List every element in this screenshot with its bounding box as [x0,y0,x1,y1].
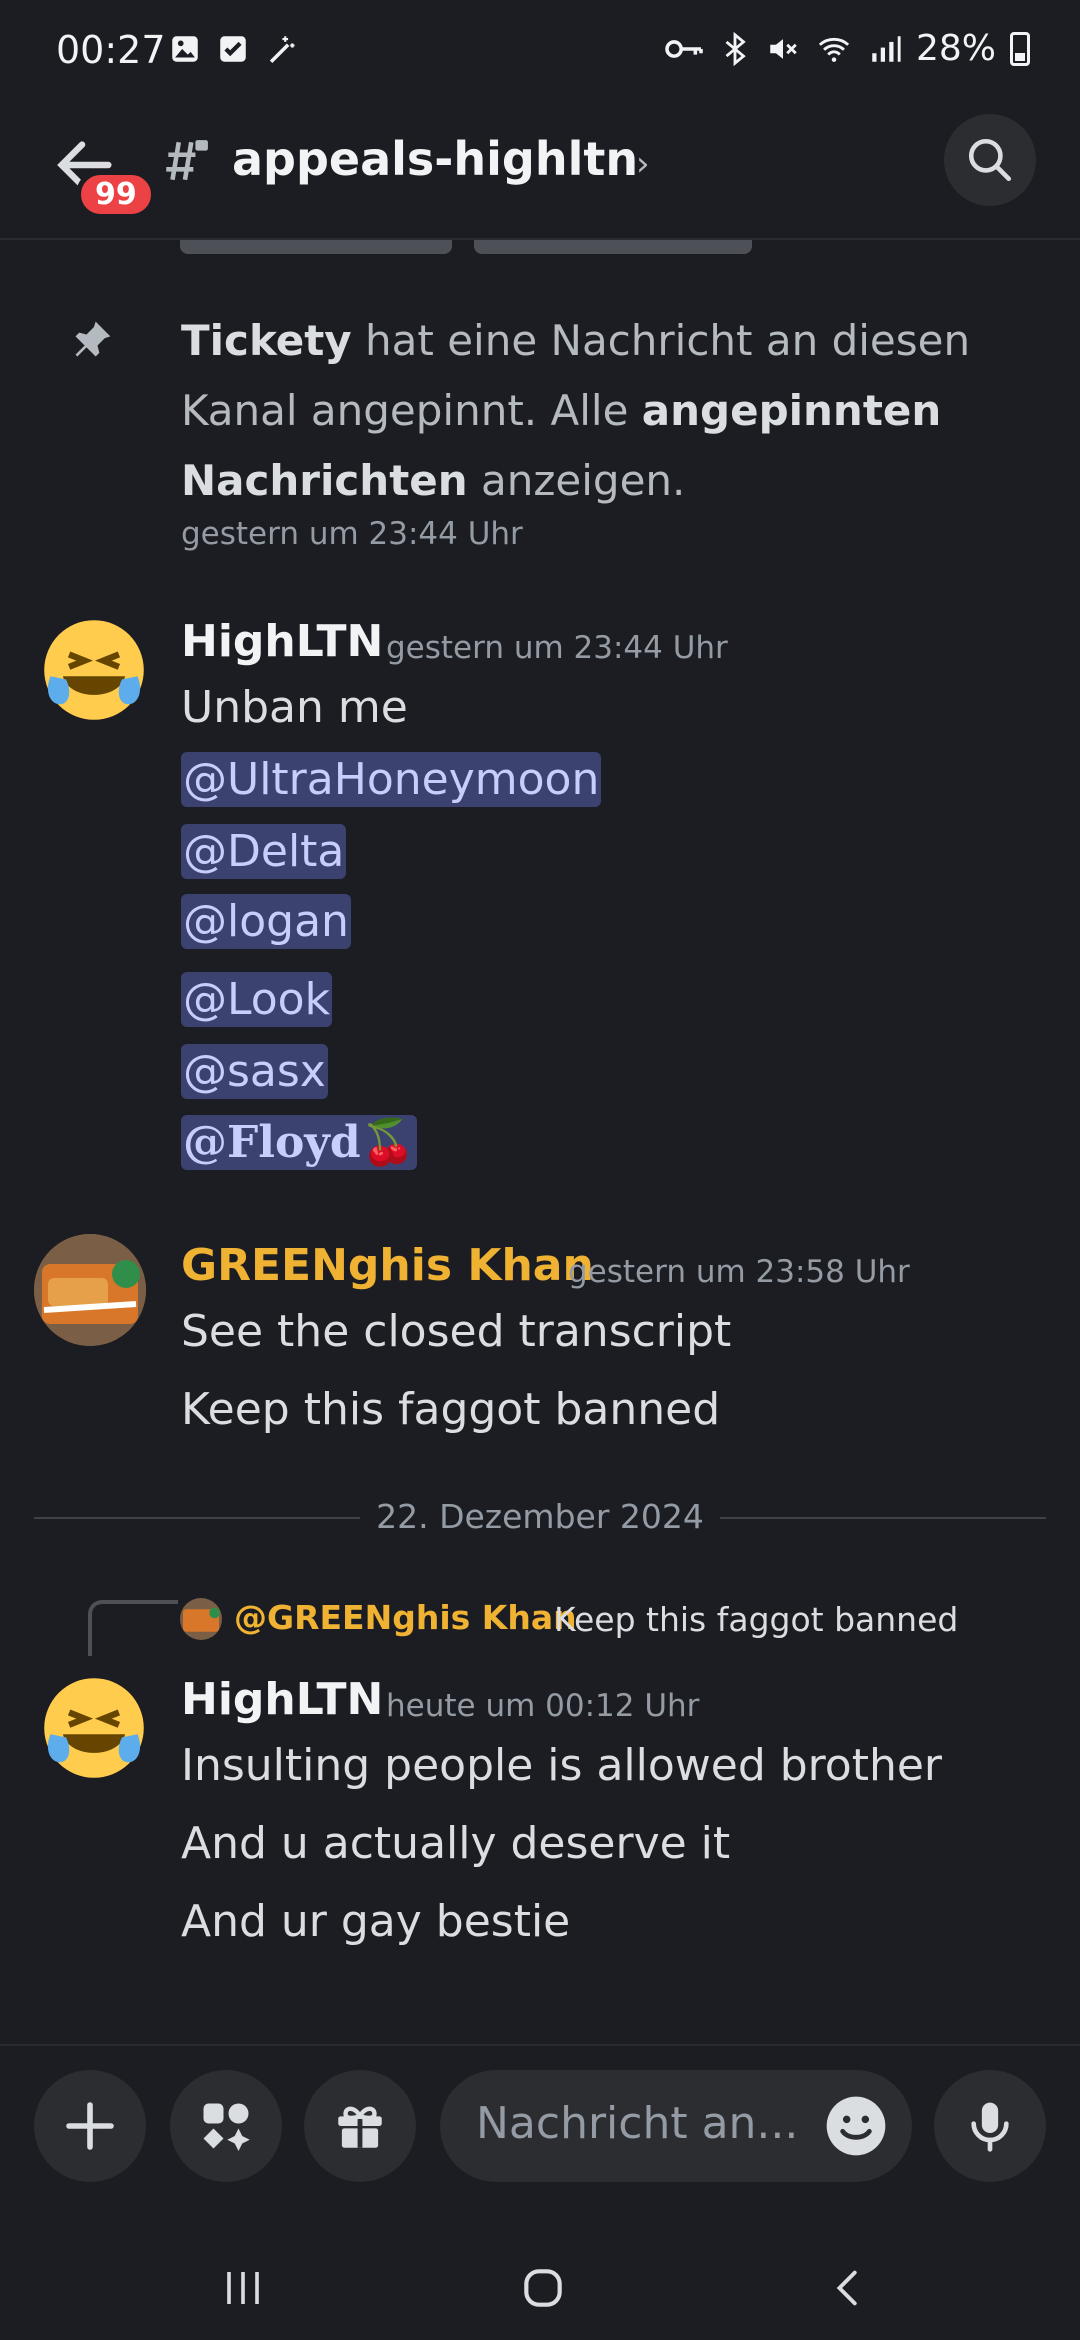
checkbox-icon [220,36,246,62]
bluetooth-icon [725,31,746,66]
mute-icon [770,38,797,59]
message-timestamp: gestern um 23:58 Uhr [568,1254,910,1290]
vpn-key-icon [665,39,703,58]
message-line: Insulting people is allowed brother [181,1740,943,1791]
message-line: Unban me [181,682,408,733]
system-navigation-bar [0,2244,1080,2340]
search-icon [968,138,1012,182]
channel-header: 99 appeals-highltn › [0,100,1080,240]
date-divider: 22. Dezember 2024 [34,1497,1046,1537]
user-mention[interactable]: @UltraHoneymoon [181,752,602,807]
chevron-left-icon [836,2270,857,2306]
cutoff-button[interactable] [474,240,752,254]
laughing-emoji-avatar-icon [44,1678,144,1778]
laughing-emoji-avatar-icon [44,620,144,720]
search-button[interactable] [944,114,1036,206]
home-button[interactable] [508,2258,578,2318]
gallery-icon [172,36,198,62]
emoji-picker-icon[interactable] [824,2094,888,2158]
voice-message-button[interactable] [934,2070,1046,2182]
reply-avatar [180,1598,222,1640]
channel-name[interactable]: appeals-highltn [232,132,638,186]
status-bar: 00:27 28% [0,0,1080,100]
pin-icon [75,321,111,357]
apps-icon [203,2103,250,2151]
user-mention[interactable]: @logan [181,894,351,949]
status-notification-icons [168,32,298,66]
pin-system-message: Tickety hat eine Nachricht an diesen Kan… [181,316,971,505]
microphone-icon [971,2102,1009,2152]
reply-preview[interactable]: Keep this faggot banned [554,1600,958,1639]
pin-actor[interactable]: Tickety [181,316,352,365]
message-timestamp: gestern um 23:44 Uhr [386,630,728,666]
gift-icon [338,2106,382,2148]
user-mention[interactable]: @Look [181,972,333,1027]
cutoff-button[interactable] [180,240,452,254]
avatar[interactable] [38,1672,150,1784]
back-nav-button[interactable] [814,2258,884,2318]
message-line: See the closed transcript [181,1306,732,1357]
plus-icon [66,2102,114,2150]
recent-apps-button[interactable] [208,2258,278,2318]
chevron-right-icon: › [636,144,650,184]
message-input[interactable]: Nachricht an... [440,2070,912,2182]
lunchables-avatar-icon [34,1234,146,1346]
battery-icon [1010,31,1030,66]
pin-timestamp: gestern um 23:44 Uhr [181,516,523,552]
locked-channel-icon [166,140,208,181]
add-attachment-button[interactable] [34,2070,146,2182]
magic-wand-icon [269,36,295,64]
user-mention[interactable]: @sasx [181,1044,328,1099]
avatar[interactable] [38,614,150,726]
message-author[interactable]: HighLTN [181,616,383,667]
message-line: And ur gay bestie [181,1896,571,1947]
reply-author[interactable]: @GREENghis Khan [234,1598,577,1637]
signal-icon [872,35,901,62]
message-line: And u actually deserve it [181,1818,731,1869]
avatar[interactable] [34,1234,146,1346]
message-composer: Nachricht an... [0,2044,1080,2244]
message-author[interactable]: HighLTN [181,1674,383,1725]
message-timestamp: heute um 00:12 Uhr [386,1688,700,1724]
apps-button[interactable] [170,2070,282,2182]
user-mention[interactable]: @Delta [181,824,347,879]
gift-button[interactable] [304,2070,416,2182]
message-author[interactable]: GREENghis Khan [181,1240,594,1291]
home-icon [524,2269,562,2307]
lunchables-avatar-icon [180,1598,222,1640]
unread-badge: 99 [76,170,156,219]
battery-percent: 28% [915,28,996,69]
wifi-icon [818,37,850,62]
divider-line [720,1517,1046,1519]
user-mention[interactable]: @Floyd🍒 [181,1115,418,1170]
status-system-icons: 28% [664,28,1030,69]
message-input-placeholder: Nachricht an... [476,2098,799,2149]
recent-apps-icon [227,2272,259,2304]
reply-connector [88,1600,178,1656]
message-line: Keep this faggot banned [181,1384,721,1435]
status-time: 00:27 [56,28,166,72]
